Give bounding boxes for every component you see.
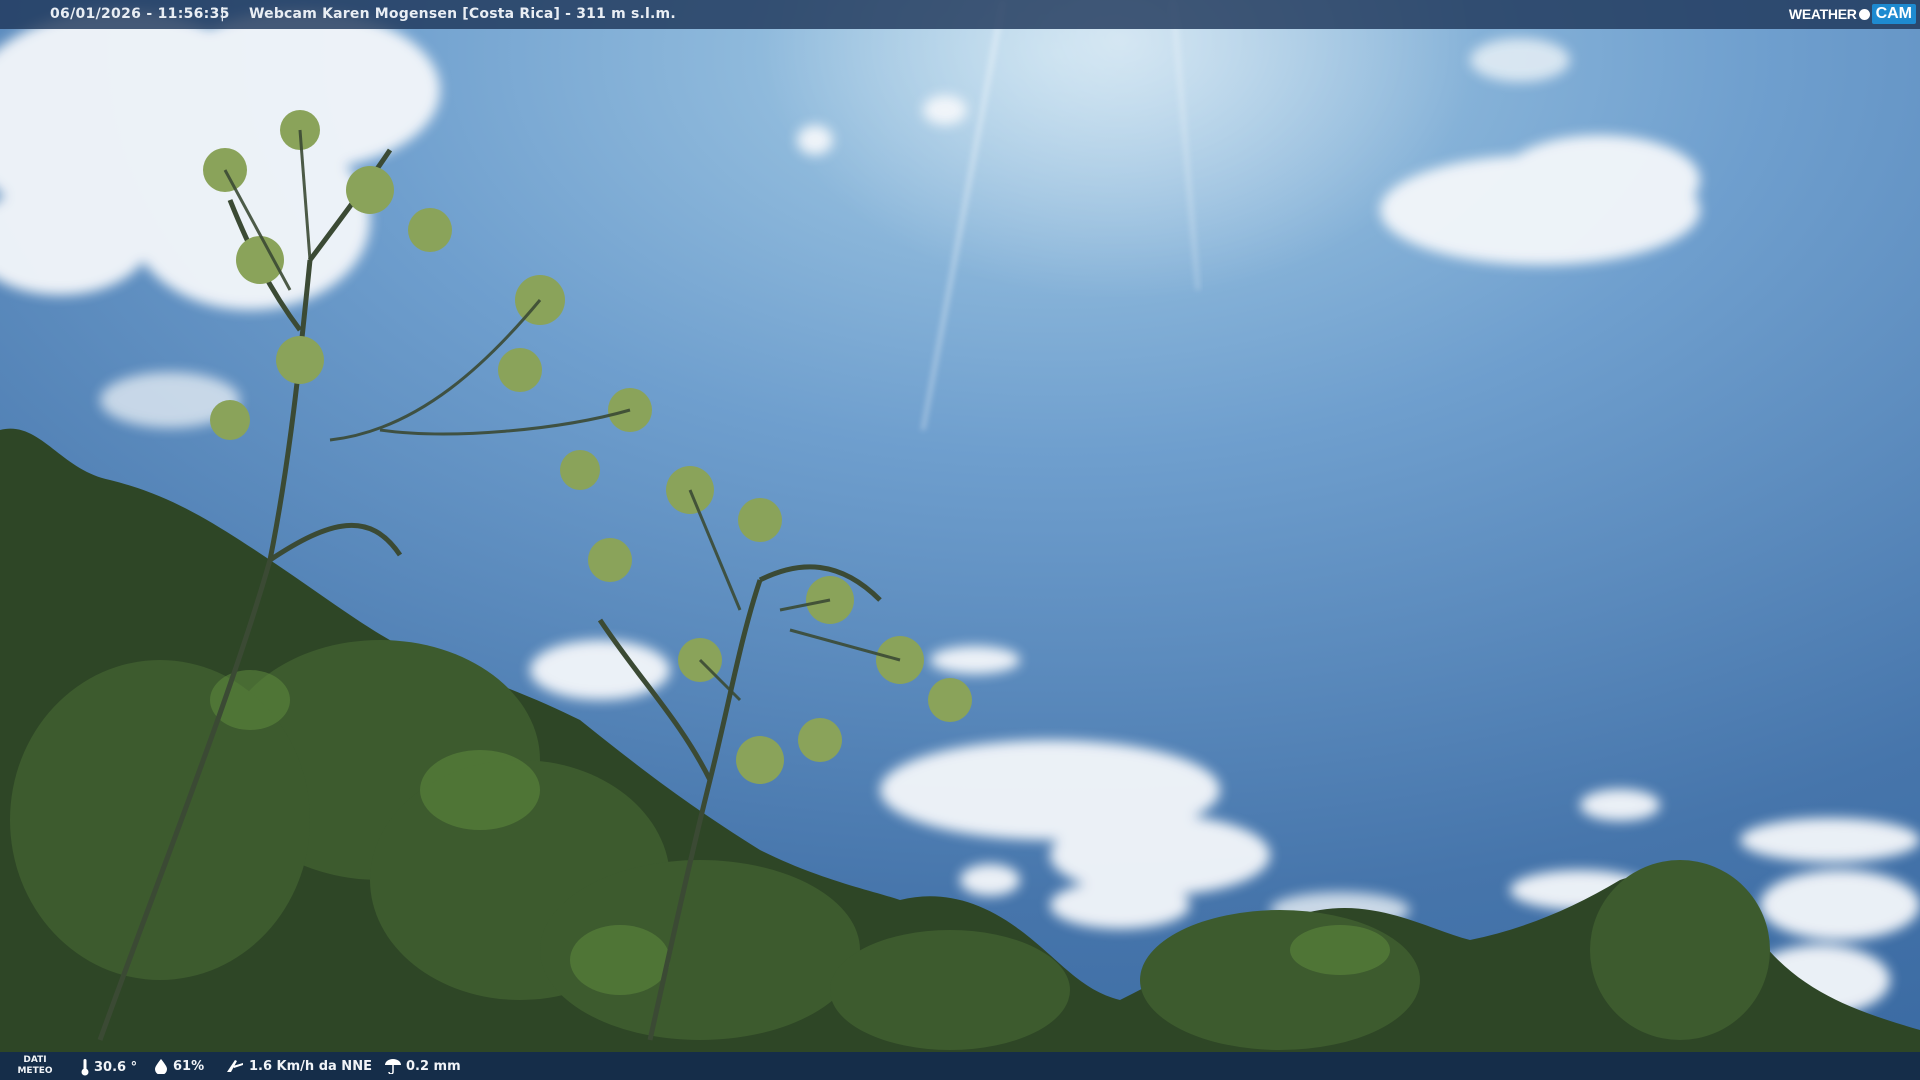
temperature-value: 30.6 ° <box>94 1059 138 1075</box>
rain-reading: 0.2 mm <box>384 1058 461 1074</box>
humidity-reading: 61% <box>153 1058 204 1074</box>
wind-reading: 1.6 Km/h da NNE <box>225 1058 372 1074</box>
humidity-drop-icon <box>155 1059 167 1074</box>
logo-weather-text: WEATHER <box>1788 6 1857 22</box>
header-separator: | <box>220 6 225 22</box>
rain-value: 0.2 mm <box>406 1058 461 1074</box>
webcam-title: Webcam Karen Mogensen [Costa Rica] - 311… <box>249 6 676 22</box>
weather-label: DATI METEO <box>17 1055 53 1076</box>
thermometer-icon <box>81 1059 89 1076</box>
logo-cam-text: CAM <box>1871 4 1916 24</box>
weathercam-logo[interactable]: WEATHER CAM <box>1789 2 1916 26</box>
wind-value: 1.6 Km/h da NNE <box>249 1058 372 1074</box>
temperature-reading: 30.6 ° <box>80 1058 137 1076</box>
humidity-value: 61% <box>173 1058 205 1074</box>
webcam-image <box>0 0 1920 1080</box>
logo-dot-icon <box>1858 8 1870 20</box>
wind-icon <box>227 1060 243 1072</box>
webcam-header-bar: 06/01/2026 - 11:56:35 | Webcam Karen Mog… <box>0 0 1920 29</box>
rain-gauge-icon <box>385 1059 401 1074</box>
weather-data-bar: DATI METEO 30.6 ° 61% 1.6 Km/h da NNE 0.… <box>0 1052 1920 1080</box>
timestamp: 06/01/2026 - 11:56:35 <box>50 6 230 22</box>
